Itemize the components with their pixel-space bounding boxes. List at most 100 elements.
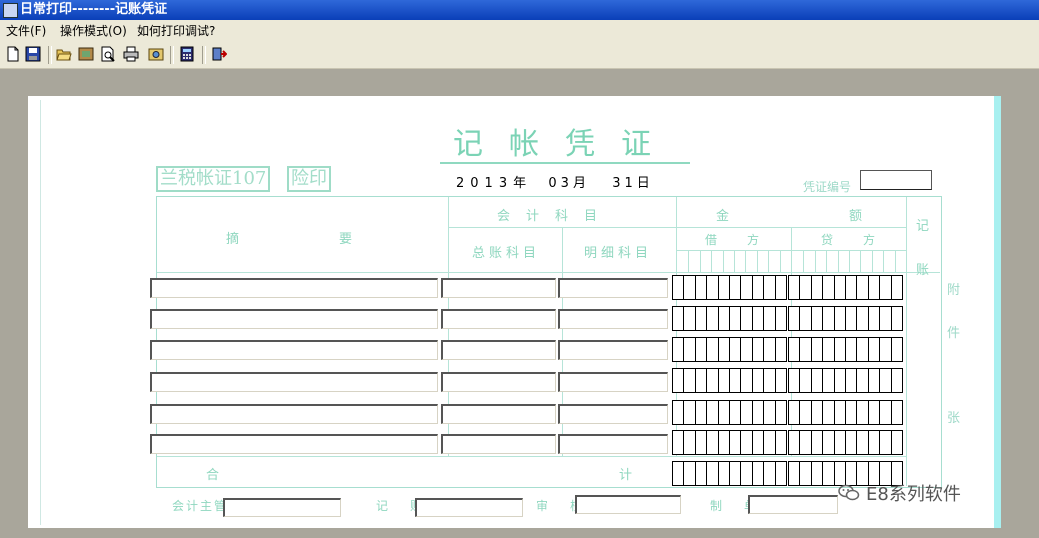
save-icon[interactable] xyxy=(25,46,41,62)
settings-icon[interactable] xyxy=(78,46,94,62)
digit-cell xyxy=(673,276,685,299)
form-code-label: 兰税帐证107 xyxy=(156,166,271,192)
general-account-field[interactable] xyxy=(441,372,556,392)
summary-field[interactable] xyxy=(150,340,438,360)
digit-column-line xyxy=(711,251,713,272)
digit-cell xyxy=(835,276,847,299)
menu-operation-mode[interactable]: 操作模式(O) xyxy=(58,20,129,42)
debit-amount-field[interactable] xyxy=(672,430,787,455)
cert-number-label: 凭证编号 xyxy=(803,180,852,194)
general-account-field[interactable] xyxy=(441,309,556,329)
credit-amount-field[interactable] xyxy=(788,275,903,300)
general-account-field[interactable] xyxy=(441,404,556,424)
digit-cell xyxy=(869,401,881,424)
digit-column-line xyxy=(883,251,885,272)
digit-cell xyxy=(789,462,801,485)
credit-amount-field[interactable] xyxy=(788,337,903,362)
digit-cell xyxy=(730,307,742,330)
digit-cell xyxy=(846,338,858,361)
attach-label-3: 张 xyxy=(947,411,961,426)
digit-cell xyxy=(846,307,858,330)
cert-number-input[interactable] xyxy=(860,170,932,190)
general-account-field[interactable] xyxy=(441,278,556,298)
menu-file[interactable]: 文件(F) xyxy=(4,20,48,42)
digit-cell xyxy=(880,276,892,299)
credit-amount-field[interactable] xyxy=(788,430,903,455)
detail-account-field[interactable] xyxy=(558,278,668,298)
open-icon[interactable] xyxy=(56,46,72,62)
digit-cell xyxy=(776,369,786,392)
print-icon[interactable] xyxy=(123,46,139,62)
detail-account-field[interactable] xyxy=(558,340,668,360)
digit-column-line xyxy=(894,251,896,272)
table-divider xyxy=(157,272,940,273)
detail-account-field[interactable] xyxy=(558,434,668,454)
exit-icon[interactable] xyxy=(211,46,227,62)
digit-cell xyxy=(741,401,753,424)
date-day: 31 xyxy=(612,176,637,191)
menu-print-help[interactable]: 如何打印调试? xyxy=(135,20,217,42)
digit-cell xyxy=(789,338,801,361)
digit-cell xyxy=(719,462,731,485)
digit-column-line xyxy=(699,251,701,272)
bookkeeper-field[interactable] xyxy=(415,498,523,517)
form-stamp-label: 险印 xyxy=(287,166,331,192)
detail-account-field[interactable] xyxy=(558,309,668,329)
credit-amount-field[interactable] xyxy=(788,368,903,393)
new-icon[interactable] xyxy=(5,46,21,62)
detail-account-field[interactable] xyxy=(558,372,668,392)
total-label-left: 合 xyxy=(206,468,230,483)
digit-cell xyxy=(707,338,719,361)
digit-cell xyxy=(880,307,892,330)
detail-account-field[interactable] xyxy=(558,404,668,424)
print-preview-icon[interactable] xyxy=(100,46,116,62)
digit-cell xyxy=(696,401,708,424)
general-account-field[interactable] xyxy=(441,434,556,454)
summary-field[interactable] xyxy=(150,434,438,454)
summary-field[interactable] xyxy=(150,372,438,392)
digit-cell xyxy=(857,401,869,424)
debit-amount-field[interactable] xyxy=(672,461,787,486)
summary-field[interactable] xyxy=(150,278,438,298)
digit-cell xyxy=(707,401,719,424)
digit-column-line xyxy=(860,251,862,272)
digit-cell xyxy=(812,276,824,299)
supervisor-field[interactable] xyxy=(223,498,341,517)
debit-amount-field[interactable] xyxy=(672,368,787,393)
summary-field[interactable] xyxy=(150,404,438,424)
export-icon[interactable] xyxy=(148,46,164,62)
debit-amount-field[interactable] xyxy=(672,275,787,300)
digit-cell xyxy=(696,338,708,361)
window-title: 日常打印--------记账凭证 xyxy=(20,2,168,17)
digit-cell xyxy=(823,462,835,485)
digit-cell xyxy=(846,369,858,392)
digit-cell xyxy=(846,431,858,454)
date-year-unit: 年 xyxy=(513,176,527,191)
digit-cell xyxy=(741,431,753,454)
digit-cell xyxy=(707,369,719,392)
digit-cell xyxy=(812,431,824,454)
general-account-field[interactable] xyxy=(441,340,556,360)
debit-amount-field[interactable] xyxy=(672,337,787,362)
digit-cell xyxy=(764,307,776,330)
digit-cell xyxy=(880,401,892,424)
digit-cell xyxy=(869,276,881,299)
reviewer-field[interactable] xyxy=(575,495,681,514)
toolbar xyxy=(0,42,1039,69)
debit-amount-field[interactable] xyxy=(672,400,787,425)
digit-column-line xyxy=(814,251,816,272)
digit-cell xyxy=(741,369,753,392)
debit-amount-field[interactable] xyxy=(672,306,787,331)
calculator-icon[interactable] xyxy=(179,46,195,62)
digit-cell xyxy=(892,431,902,454)
paper-edge xyxy=(994,96,1001,528)
credit-amount-field[interactable] xyxy=(788,306,903,331)
preparer-field[interactable] xyxy=(748,495,838,514)
digit-cell xyxy=(673,462,685,485)
date-month-unit: 月 xyxy=(572,176,586,191)
credit-amount-field[interactable] xyxy=(788,400,903,425)
digit-cell xyxy=(800,401,812,424)
digit-cell xyxy=(696,462,708,485)
digit-cell xyxy=(753,369,765,392)
summary-field[interactable] xyxy=(150,309,438,329)
